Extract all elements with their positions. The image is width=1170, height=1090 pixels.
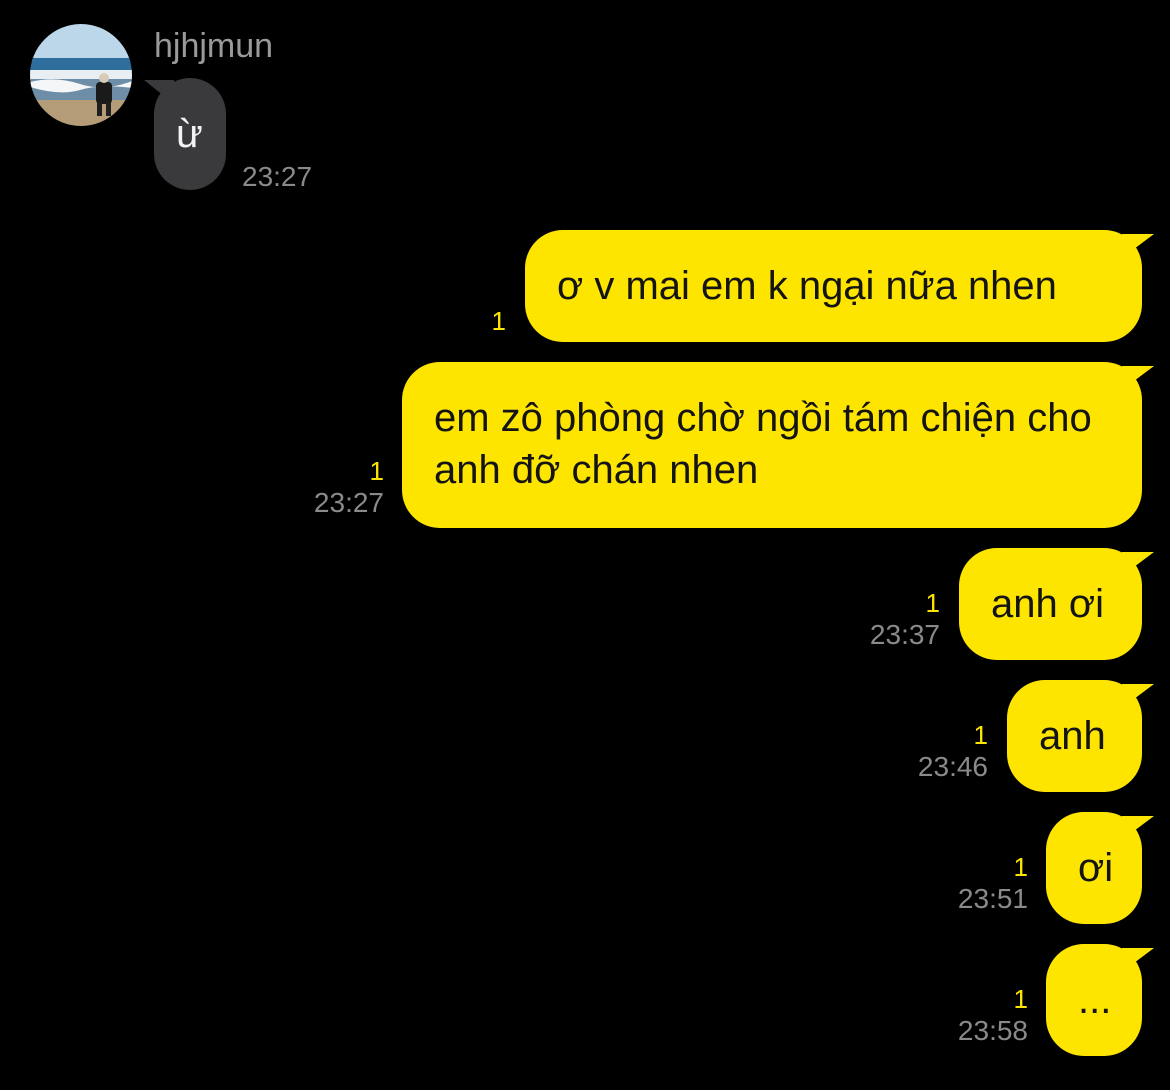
message-text: ừ [176, 112, 203, 156]
contact-avatar[interactable] [30, 24, 132, 126]
message-meta: 1 23:51 [958, 852, 1028, 916]
unread-count: 1 [491, 306, 506, 336]
message-meta: 1 23:58 [958, 984, 1028, 1048]
message-meta: 1 [492, 306, 506, 336]
unread-count: 1 [1013, 984, 1028, 1014]
unread-count: 1 [973, 720, 988, 750]
message-meta: 1 23:46 [918, 720, 988, 784]
message-text: anh [1039, 714, 1106, 758]
message-meta: 1 23:27 [314, 456, 384, 520]
outgoing-message-bubble[interactable]: anh ơi [959, 548, 1142, 660]
outgoing-message-bubble[interactable]: anh [1007, 680, 1142, 792]
message-timestamp: 23:27 [313, 487, 384, 518]
message-timestamp: 23:46 [917, 751, 988, 782]
outgoing-message-bubble[interactable]: ơ v mai em k ngại nữa nhen [525, 230, 1142, 342]
outgoing-message-bubble[interactable]: ... [1046, 944, 1142, 1056]
message-timestamp: 23:58 [957, 1015, 1028, 1046]
message-text: ơ v mai em k ngại nữa nhen [557, 264, 1057, 308]
unread-count: 1 [925, 588, 940, 618]
message-text: ơi [1078, 846, 1114, 890]
message-text: anh ơi [991, 582, 1104, 626]
message-text: em zô phòng chờ ngồi tám chiện cho anh đ… [434, 396, 1092, 492]
beach-photo-avatar [30, 24, 132, 126]
unread-count: 1 [1013, 852, 1028, 882]
message-timestamp: 23:27 [242, 161, 313, 192]
message-timestamp: 23:37 [869, 619, 940, 650]
message-meta: 1 23:37 [870, 588, 940, 652]
outgoing-message-bubble[interactable]: ơi [1046, 812, 1142, 924]
incoming-message-bubble[interactable]: ừ [154, 78, 226, 190]
message-timestamp: 23:51 [957, 883, 1028, 914]
outgoing-message-bubble[interactable]: em zô phòng chờ ngồi tám chiện cho anh đ… [402, 362, 1142, 528]
sender-name: hjhjmun [154, 27, 274, 65]
message-text: ... [1078, 978, 1112, 1022]
unread-count: 1 [369, 456, 384, 486]
